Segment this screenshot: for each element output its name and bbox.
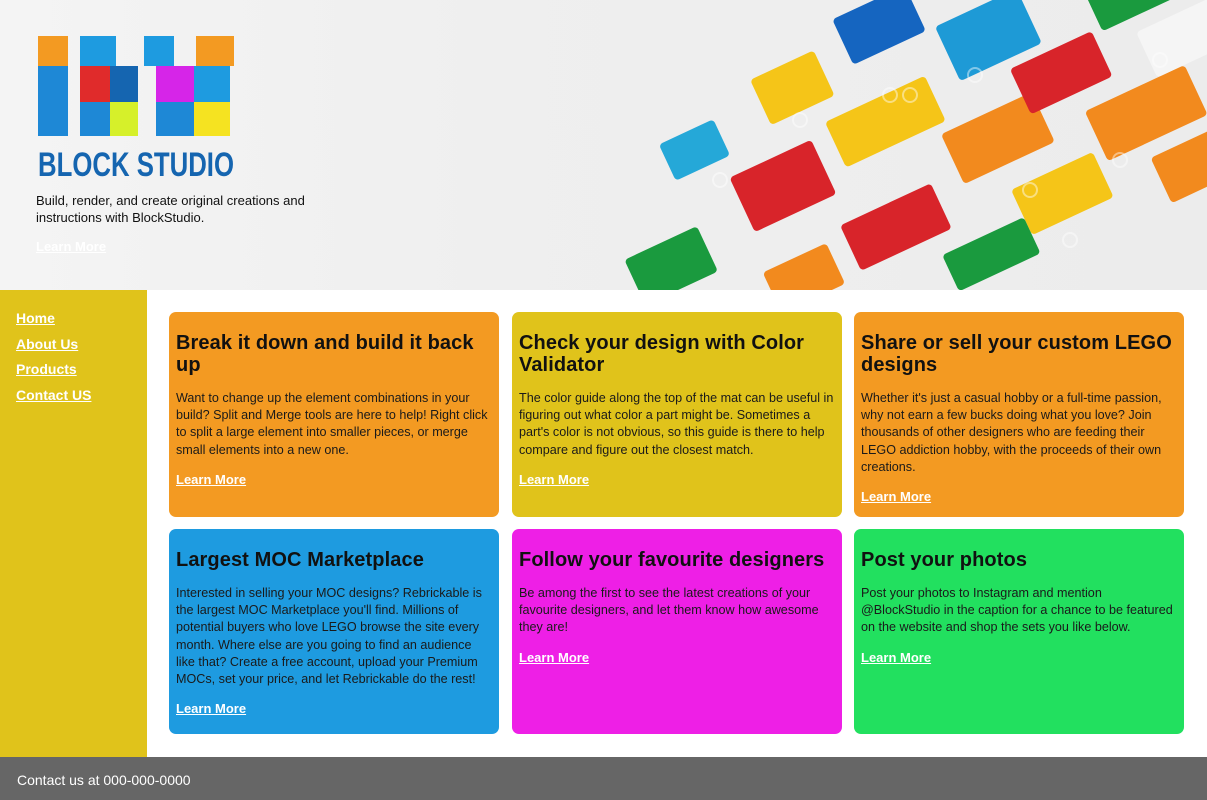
nav-products-link[interactable]: Products (16, 361, 131, 387)
feature-card-post-photos: Post your photos Post your photos to Ins… (854, 529, 1184, 734)
sidebar-nav: Home About Us Products Contact US (0, 290, 147, 757)
card-body: Be among the first to see the latest cre… (519, 586, 819, 635)
hero-tagline: Build, render, and create original creat… (36, 193, 305, 225)
card-learn-more-link[interactable]: Learn More (176, 472, 246, 487)
block-studio-logo: BLOCK STUDIO (38, 36, 234, 182)
card-learn-more-link[interactable]: Learn More (861, 489, 931, 504)
card-learn-more-link[interactable]: Learn More (176, 701, 246, 716)
lego-bricks-image (625, 0, 1207, 290)
feature-card-follow-designers: Follow your favourite designers Be among… (512, 529, 842, 734)
hero-banner: BLOCK STUDIO Build, render, and create o… (0, 0, 1207, 290)
card-title: Break it down and build it back up (176, 332, 474, 376)
feature-card-moc-marketplace: Largest MOC Marketplace Interested in se… (169, 529, 499, 734)
card-title: Share or sell your custom LEGO designs (861, 332, 1172, 376)
feature-card-share-sell: Share or sell your custom LEGO designs W… (854, 312, 1184, 517)
nav-contact-link[interactable]: Contact US (16, 387, 131, 413)
page-footer: Contact us at 000-000-0000 (0, 757, 1207, 800)
feature-card-split-merge: Break it down and build it back up Want … (169, 312, 499, 517)
nav-about-link[interactable]: About Us (16, 336, 131, 362)
card-title: Post your photos (861, 549, 1028, 571)
card-title: Follow your favourite designers (519, 549, 825, 571)
card-body: Whether it's just a casual hobby or a fu… (861, 391, 1162, 474)
brand-name: BLOCK STUDIO (38, 146, 234, 182)
card-learn-more-link[interactable]: Learn More (519, 472, 589, 487)
footer-contact-text: Contact us at 000-000-0000 (17, 772, 191, 788)
hero-learn-more-link[interactable]: Learn More (36, 239, 106, 254)
card-title: Check your design with Color Validator (519, 332, 805, 376)
card-title: Largest MOC Marketplace (176, 549, 424, 571)
nav-home-link[interactable]: Home (16, 310, 131, 336)
card-learn-more-link[interactable]: Learn More (861, 650, 931, 665)
card-body: Want to change up the element combinatio… (176, 391, 488, 457)
card-body: Post your photos to Instagram and mentio… (861, 586, 1173, 635)
card-body: Interested in selling your MOC designs? … (176, 586, 482, 687)
feature-card-color-validator: Check your design with Color Validator T… (512, 312, 842, 517)
card-learn-more-link[interactable]: Learn More (519, 650, 589, 665)
card-body: The color guide along the top of the mat… (519, 391, 834, 457)
